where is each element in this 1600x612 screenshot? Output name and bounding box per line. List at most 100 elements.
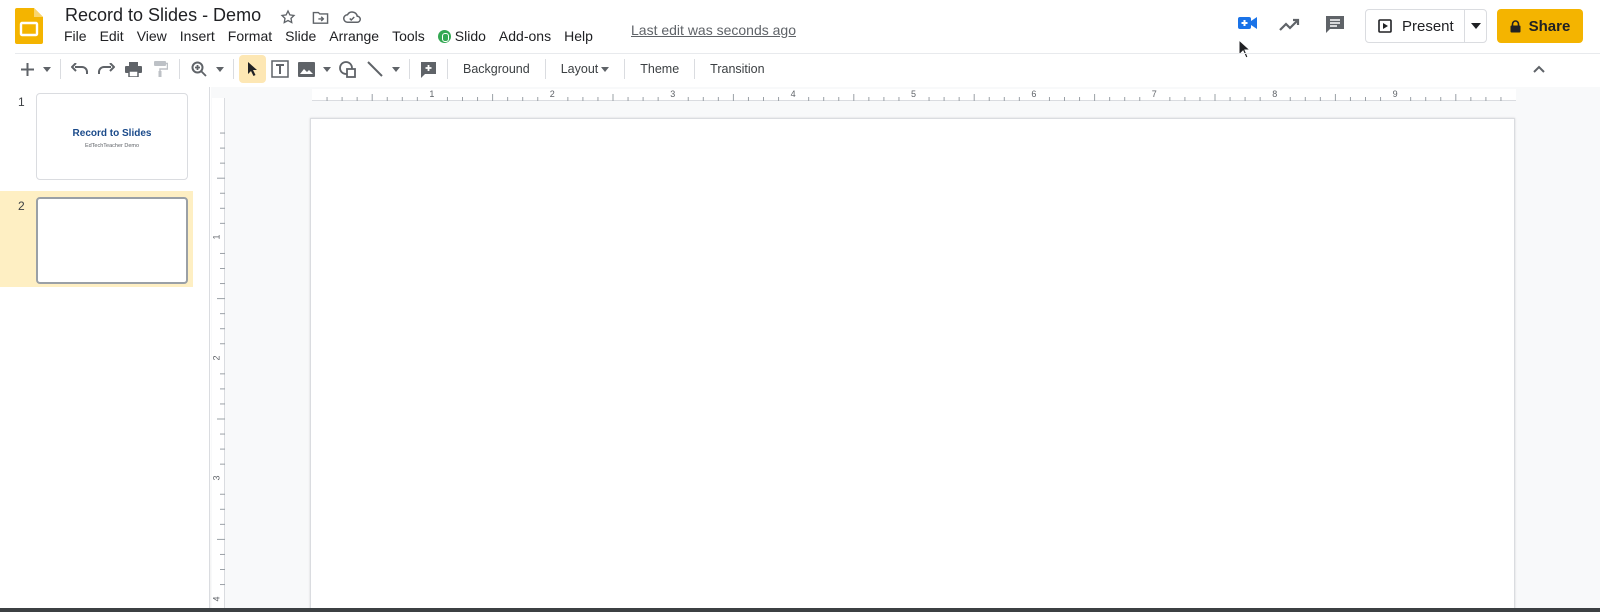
layout-button[interactable]: Layout: [551, 55, 620, 83]
print-icon: [125, 61, 142, 77]
menu-slido-label: Slido: [454, 28, 486, 44]
toolbar-divider: [233, 59, 234, 79]
move-folder-icon[interactable]: [310, 7, 330, 27]
slide-filmstrip: 1 Record to Slides EdTechTeacher Demo 2: [0, 87, 210, 612]
share-label: Share: [1528, 17, 1571, 35]
paint-format-button[interactable]: [147, 55, 174, 83]
layout-label: Layout: [560, 62, 599, 76]
slide-thumbnail-item[interactable]: 2: [0, 191, 193, 287]
star-icon[interactable]: [278, 7, 298, 27]
menu-insert[interactable]: Insert: [180, 26, 221, 46]
toolbar-divider: [624, 59, 626, 79]
caret-down-icon: [601, 66, 610, 72]
menu-bar: File Edit View Insert Format Slide Arran…: [64, 26, 606, 46]
document-title[interactable]: Record to Slides - Demo: [65, 5, 261, 26]
cursor-arrow-icon: [247, 62, 257, 76]
undo-button[interactable]: [66, 55, 93, 83]
menu-edit[interactable]: Edit: [100, 26, 130, 46]
theme-button[interactable]: Theme: [630, 55, 689, 83]
ruler-label: 2: [549, 89, 555, 99]
print-button[interactable]: [120, 55, 147, 83]
insert-image-dropdown[interactable]: [320, 55, 334, 83]
share-button[interactable]: Share: [1497, 9, 1583, 43]
chevron-up-icon: [1533, 65, 1545, 73]
slido-icon: [437, 30, 451, 43]
menu-view[interactable]: View: [137, 26, 173, 46]
select-tool-button[interactable]: [239, 55, 266, 83]
present-button-group: Present: [1365, 9, 1487, 43]
slide-thumbnail[interactable]: Record to Slides EdTechTeacher Demo: [36, 93, 188, 180]
zoom-icon: [191, 61, 207, 77]
shape-button[interactable]: [334, 55, 361, 83]
toolbar-divider: [409, 59, 410, 79]
redo-button[interactable]: [93, 55, 120, 83]
menu-format[interactable]: Format: [228, 26, 278, 46]
undo-icon: [71, 63, 88, 74]
lock-icon: [1510, 19, 1521, 32]
ruler-label: 9: [1392, 89, 1398, 99]
background-button[interactable]: Background: [453, 55, 540, 83]
present-button[interactable]: Present: [1366, 10, 1464, 42]
menu-addons[interactable]: Add-ons: [499, 26, 557, 46]
toolbar-divider: [60, 59, 61, 79]
ruler-label: 5: [911, 89, 917, 99]
zoom-button[interactable]: [185, 55, 212, 83]
slide-canvas[interactable]: [310, 118, 1515, 612]
text-box-icon: [270, 60, 289, 78]
add-comment-icon: [421, 61, 436, 78]
ruler-label: 2: [211, 355, 222, 361]
line-dropdown[interactable]: [388, 55, 404, 83]
toolbar-divider: [179, 59, 180, 79]
slide-number: 1: [18, 95, 25, 109]
menu-arrange[interactable]: Arrange: [329, 26, 385, 46]
ruler-label: 7: [1151, 89, 1157, 99]
line-button[interactable]: [361, 55, 388, 83]
toolbar-divider: [544, 59, 546, 79]
activity-dashboard-icon[interactable]: [1278, 15, 1300, 33]
toolbar-divider: [447, 59, 448, 79]
present-options-button[interactable]: [1464, 10, 1486, 42]
line-icon: [366, 61, 383, 77]
caret-down-icon: [216, 66, 224, 72]
ruler-label: 1: [211, 234, 222, 240]
vertical-ruler: 1 2 3 4: [212, 98, 225, 612]
last-edit-link[interactable]: Last edit was seconds ago: [631, 22, 796, 38]
new-slide-button[interactable]: [15, 55, 39, 83]
transition-button[interactable]: Transition: [700, 55, 774, 83]
zoom-dropdown[interactable]: [212, 55, 228, 83]
collapse-toolbar-button[interactable]: [1533, 60, 1545, 78]
present-icon: [1378, 19, 1392, 33]
slide-thumbnail-item[interactable]: 1 Record to Slides EdTechTeacher Demo: [0, 87, 193, 184]
menu-tools[interactable]: Tools: [392, 26, 431, 46]
comment-history-icon[interactable]: [1324, 14, 1346, 34]
menu-slide[interactable]: Slide: [285, 26, 322, 46]
redo-icon: [98, 63, 115, 74]
cloud-status-icon[interactable]: [342, 7, 362, 27]
image-icon: [298, 61, 315, 77]
thumbnail-subtitle: EdTechTeacher Demo: [84, 143, 140, 149]
text-box-button[interactable]: [266, 55, 293, 83]
insert-image-button[interactable]: [293, 55, 320, 83]
meet-present-icon[interactable]: [1237, 14, 1259, 32]
ruler-label: 1: [429, 89, 435, 99]
slide-thumbnail[interactable]: [36, 197, 188, 284]
slides-logo-icon[interactable]: [15, 8, 43, 44]
present-label: Present: [1402, 17, 1454, 35]
menu-file[interactable]: File: [64, 26, 93, 46]
ruler-label: 8: [1272, 89, 1278, 99]
menu-slido[interactable]: Slido: [437, 26, 492, 46]
caret-down-icon: [323, 66, 331, 72]
ruler-label: 6: [1031, 89, 1037, 99]
video-bottom-bar: [0, 608, 1600, 612]
paint-format-icon: [153, 61, 168, 77]
shape-icon: [338, 60, 356, 78]
menu-help[interactable]: Help: [564, 26, 599, 46]
ruler-label: 3: [211, 475, 222, 481]
toolbar: Background Layout Theme Transition: [15, 53, 1600, 84]
toolbar-divider: [694, 59, 696, 79]
add-comment-button[interactable]: [415, 55, 442, 83]
new-slide-layout-dropdown[interactable]: [39, 55, 55, 83]
thumbnail-title: Record to Slides: [72, 128, 152, 139]
caret-down-icon: [392, 66, 400, 72]
caret-down-icon: [1470, 23, 1481, 29]
